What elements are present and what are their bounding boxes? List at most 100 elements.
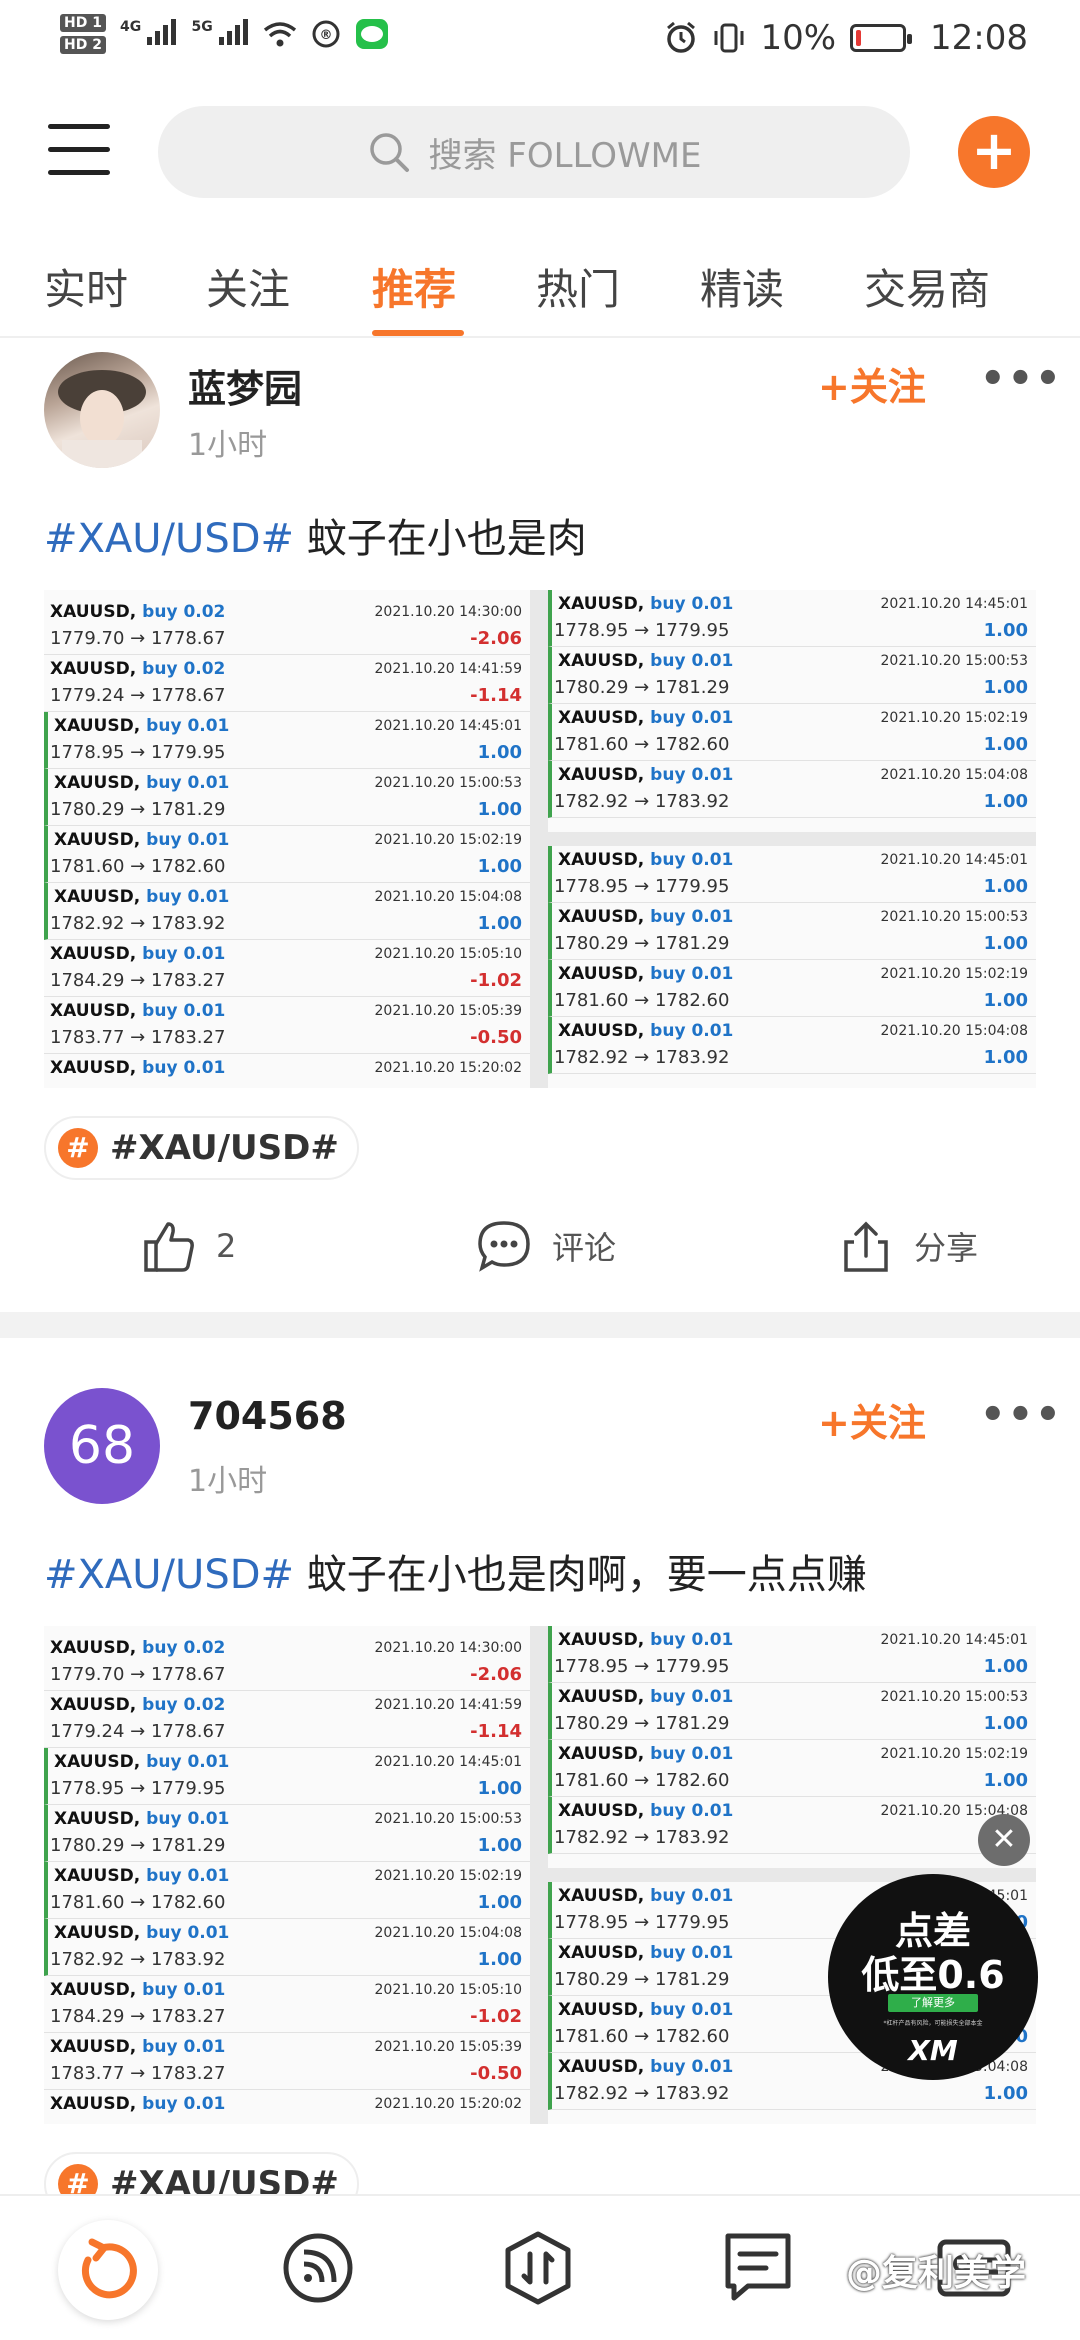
tab-recommended[interactable]: 推荐	[372, 256, 456, 317]
trade-action: buy 0.02	[142, 1695, 226, 1715]
trade-prices: 1779.70 → 1778.67	[50, 628, 226, 649]
add-post-button[interactable]: +	[958, 116, 1030, 188]
ad-cta-button[interactable]: 了解更多	[888, 1994, 978, 2012]
trade-profit: -1.14	[470, 685, 522, 706]
trade-prices: 1779.70 → 1778.67	[50, 1664, 226, 1685]
trade-action: buy 0.01	[146, 773, 230, 793]
trade-profit: -2.06	[470, 1664, 522, 1685]
trade-prices: 1778.95 → 1779.95	[554, 1912, 730, 1933]
trade-row: XAUUSD,buy 0.01 2021.10.20 15:02:19 1781.6…	[548, 960, 1036, 1017]
trade-prices: 1781.60 → 1782.60	[554, 1770, 730, 1791]
like-button[interactable]: 2	[140, 1218, 236, 1274]
trade-action: buy 0.01	[142, 1980, 226, 2000]
trade-row: XAUUSD,buy 0.01 2021.10.20 15:02:19 1781.6…	[44, 1862, 530, 1919]
trade-profit: 1.00	[983, 1770, 1028, 1791]
trade-action: buy 0.01	[142, 1001, 226, 1021]
network-5g-label: 5G	[191, 18, 213, 35]
trade-row: XAUUSD, buy 0.01 2021.10.20 15:20:02	[44, 2090, 530, 2124]
trade-datetime: 2021.10.20 14:45:01	[880, 852, 1029, 868]
trade-datetime: 2021.10.20 14:45:01	[880, 1632, 1029, 1648]
nav-feed[interactable]	[278, 2228, 368, 2318]
post-body: 蚊子在小也是肉	[294, 516, 587, 562]
trade-action: buy 0.01	[650, 850, 734, 870]
trade-symbol: XAUUSD,	[50, 1058, 137, 1078]
refresh-button[interactable]	[58, 2220, 158, 2320]
follow-button[interactable]: +关注	[818, 1392, 926, 1447]
trade-row: XAUUSD, buy 0.02 2021.10.20 14:30:00 1779.7…	[44, 598, 530, 655]
trade-datetime: 2021.10.20 14:45:01	[374, 1754, 523, 1770]
more-options-icon[interactable]: •••	[980, 1392, 1063, 1438]
trade-profit: 1.00	[477, 799, 522, 820]
trade-symbol: XAUUSD,	[558, 1801, 645, 1821]
username[interactable]: 蓝梦园	[188, 358, 302, 413]
trade-action: buy 0.02	[142, 659, 226, 679]
trade-prices: 1780.29 → 1781.29	[554, 1969, 730, 1990]
share-button[interactable]: 分享	[838, 1218, 978, 1274]
trade-prices: 1778.95 → 1779.95	[554, 876, 730, 897]
trade-row: XAUUSD, buy 0.02 2021.10.20 14:41:59 1779.2…	[44, 1691, 530, 1748]
username[interactable]: 704568	[188, 1394, 347, 1438]
trade-row: XAUUSD,buy 0.01 2021.10.20 15:04:08 1782.9…	[548, 761, 1036, 818]
trade-action: buy 0.01	[650, 2000, 734, 2020]
trade-prices: 1780.29 → 1781.29	[554, 1713, 730, 1734]
trade-action: buy 0.01	[146, 1866, 230, 1886]
trade-prices: 1782.92 → 1783.92	[554, 1827, 730, 1848]
trade-prices: 1783.77 → 1783.27	[50, 1027, 226, 1048]
trade-datetime: 2021.10.20 15:00:53	[880, 909, 1029, 925]
trade-profit: 1.00	[477, 1835, 522, 1856]
tab-featured[interactable]: 精读	[700, 256, 784, 317]
avatar[interactable]	[44, 352, 160, 468]
trade-profit: 1.00	[983, 791, 1028, 812]
trade-row: XAUUSD,buy 0.01 2021.10.20 15:02:19 1781.6…	[548, 704, 1036, 761]
tab-brokers[interactable]: 交易商	[864, 256, 990, 317]
nav-trade[interactable]	[498, 2228, 588, 2318]
status-bar: HD 1 HD 2 4G 5G ® 10% 12:08	[0, 0, 1080, 80]
topic-chip[interactable]: # #XAU/USD#	[44, 1116, 359, 1180]
trade-symbol: XAUUSD,	[558, 651, 645, 671]
comment-button[interactable]: 评论	[476, 1218, 616, 1274]
trade-list-right: XAUUSD, buy 0.01 2021.10.20 14:45:01 1778.9…	[548, 590, 1036, 1088]
ad-close-icon[interactable]: ✕	[978, 1814, 1030, 1866]
watermark: @复利美学	[846, 2253, 1027, 2294]
battery-icon	[850, 24, 913, 52]
trade-datetime: 2021.10.20 15:20:02	[374, 1060, 523, 1076]
ad-badge[interactable]: 点差 低至0.6 了解更多 *杠杆产品有风险，可能损失全部本金 XM	[828, 1874, 1038, 2080]
trade-symbol: XAUUSD,	[50, 2094, 137, 2114]
trade-action: buy 0.01	[650, 1630, 734, 1650]
trade-row: XAUUSD,buy 0.01 2021.10.20 15:02:19 1781.6…	[548, 1740, 1036, 1797]
follow-button[interactable]: +关注	[818, 356, 926, 411]
menu-icon[interactable]	[48, 122, 110, 178]
trade-action: buy 0.01	[142, 1058, 226, 1078]
trade-profit: 1.00	[477, 856, 522, 877]
post-hashtag[interactable]: #XAU/USD#	[44, 1552, 294, 1598]
nav-messages[interactable]	[718, 2228, 808, 2318]
trade-row: XAUUSD,buy 0.01 2021.10.20 15:00:53 1780.2…	[548, 647, 1036, 704]
status-right: 10% 12:08	[664, 18, 1028, 58]
trade-row: XAUUSD,buy 0.01 2021.10.20 14:45:01 1778.9…	[548, 846, 1036, 903]
trade-prices: 1781.60 → 1782.60	[554, 990, 730, 1011]
tab-following[interactable]: 关注	[206, 256, 290, 317]
tab-hot[interactable]: 热门	[536, 256, 620, 317]
post-image[interactable]: XAUUSD, buy 0.02 2021.10.20 14:30:00 1779.7…	[44, 590, 1036, 1088]
trade-prices: 1782.92 → 1783.92	[50, 913, 226, 934]
post-hashtag[interactable]: #XAU/USD#	[44, 516, 294, 562]
post-text[interactable]: #XAU/USD# 蚊子在小也是肉啊，要一点点赚	[44, 1542, 867, 1600]
avatar[interactable]: 68	[44, 1388, 160, 1504]
trade-symbol: XAUUSD,	[54, 1866, 141, 1886]
trade-prices: 1780.29 → 1781.29	[50, 799, 226, 820]
trade-row: XAUUSD, buy 0.01 2021.10.20 15:05:39 1783.7…	[44, 997, 530, 1054]
more-options-icon[interactable]: •••	[980, 356, 1063, 402]
trade-prices: 1784.29 → 1783.27	[50, 2006, 226, 2027]
trade-prices: 1778.95 → 1779.95	[554, 1656, 730, 1677]
trade-datetime: 2021.10.20 15:00:53	[880, 653, 1029, 669]
tab-realtime[interactable]: 实时	[44, 256, 128, 317]
trade-prices: 1782.92 → 1783.92	[554, 791, 730, 812]
signal-4g-icon: 4G	[120, 18, 178, 50]
trade-row: XAUUSD,buy 0.01 2021.10.20 15:00:53 1780.2…	[44, 1805, 530, 1862]
search-bar[interactable]: 搜索 FOLLOWME	[158, 106, 910, 198]
post-text[interactable]: #XAU/USD# 蚊子在小也是肉	[44, 506, 587, 564]
trade-profit: 1.00	[477, 1949, 522, 1970]
trade-block: XAUUSD,buy 0.012021.10.20 14:45:011778.9…	[548, 846, 1036, 1088]
share-label: 分享	[914, 1229, 979, 1267]
trade-profit: -0.50	[470, 1027, 522, 1048]
